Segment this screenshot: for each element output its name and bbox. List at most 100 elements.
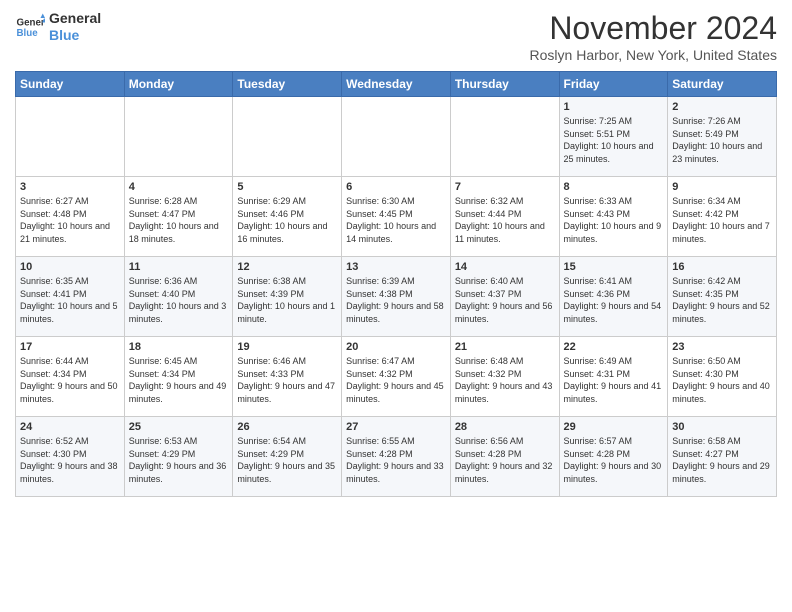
day-cell: 26 Sunrise: 6:54 AMSunset: 4:29 PMDayligh… <box>233 417 342 497</box>
logo-text: General Blue <box>49 10 101 44</box>
calendar-body: 1Sunrise: 7:25 AMSunset: 5:51 PMDaylight… <box>16 97 777 497</box>
day-cell: 14Sunrise: 6:40 AMSunset: 4:37 PMDayligh… <box>450 257 559 337</box>
day-cell: 3Sunrise: 6:27 AMSunset: 4:48 PMDaylight… <box>16 177 125 257</box>
logo: General Blue General Blue <box>15 10 101 44</box>
day-number: 30 <box>672 421 772 433</box>
day-number: 5 <box>237 181 337 193</box>
day-info: Sunrise: 6:35 AMSunset: 4:41 PMDaylight:… <box>20 275 120 325</box>
day-cell: 28 Sunrise: 6:56 AMSunset: 4:28 PMDayligh… <box>450 417 559 497</box>
day-number: 29 <box>564 421 664 433</box>
day-cell: 6Sunrise: 6:30 AMSunset: 4:45 PMDaylight… <box>342 177 451 257</box>
day-info: Sunrise: 6:49 AMSunset: 4:31 PMDaylight:… <box>564 355 664 405</box>
day-info: Sunrise: 6:52 AMSunset: 4:30 PMDaylight:… <box>20 435 120 485</box>
day-info: Sunrise: 6:32 AMSunset: 4:44 PMDaylight:… <box>455 195 555 245</box>
day-cell: 1Sunrise: 7:25 AMSunset: 5:51 PMDaylight… <box>559 97 668 177</box>
header-day-friday: Friday <box>559 72 668 97</box>
header-day-saturday: Saturday <box>668 72 777 97</box>
day-info: Sunrise: 6:46 AMSunset: 4:33 PMDaylight:… <box>237 355 337 405</box>
header-day-tuesday: Tuesday <box>233 72 342 97</box>
day-number: 17 <box>20 341 120 353</box>
day-cell: 16 Sunrise: 6:42 AMSunset: 4:35 PMDayligh… <box>668 257 777 337</box>
day-info: Sunrise: 6:39 AMSunset: 4:38 PMDaylight:… <box>346 275 446 325</box>
day-info: Sunrise: 6:45 AMSunset: 4:34 PMDaylight:… <box>129 355 229 405</box>
day-cell: 20Sunrise: 6:47 AMSunset: 4:32 PMDayligh… <box>342 337 451 417</box>
day-info: Sunrise: 7:26 AMSunset: 5:49 PMDaylight:… <box>672 115 772 165</box>
day-info: Sunrise: 6:55 AMSunset: 4:28 PMDaylight:… <box>346 435 446 485</box>
svg-text:General: General <box>17 17 46 28</box>
day-info: Sunrise: 7:25 AMSunset: 5:51 PMDaylight:… <box>564 115 664 165</box>
day-cell: 11Sunrise: 6:36 AMSunset: 4:40 PMDayligh… <box>124 257 233 337</box>
week-row-1: 1Sunrise: 7:25 AMSunset: 5:51 PMDaylight… <box>16 97 777 177</box>
day-cell: 23Sunrise: 6:50 AMSunset: 4:30 PMDayligh… <box>668 337 777 417</box>
day-info: Sunrise: 6:54 AMSunset: 4:29 PMDaylight:… <box>237 435 337 485</box>
day-cell: 18 Sunrise: 6:45 AMSunset: 4:34 PMDayligh… <box>124 337 233 417</box>
day-info: Sunrise: 6:42 AMSunset: 4:35 PMDaylight:… <box>672 275 772 325</box>
day-info: Sunrise: 6:30 AMSunset: 4:45 PMDaylight:… <box>346 195 446 245</box>
day-cell: 10 Sunrise: 6:35 AMSunset: 4:41 PMDayligh… <box>16 257 125 337</box>
day-number: 12 <box>237 261 337 273</box>
month-title: November 2024 <box>530 10 777 47</box>
day-cell: 19 Sunrise: 6:46 AMSunset: 4:33 PMDayligh… <box>233 337 342 417</box>
day-cell <box>124 97 233 177</box>
week-row-2: 3Sunrise: 6:27 AMSunset: 4:48 PMDaylight… <box>16 177 777 257</box>
day-cell: 17 Sunrise: 6:44 AMSunset: 4:34 PMDayligh… <box>16 337 125 417</box>
location: Roslyn Harbor, New York, United States <box>530 47 777 63</box>
day-info: Sunrise: 6:27 AMSunset: 4:48 PMDaylight:… <box>20 195 120 245</box>
day-cell <box>233 97 342 177</box>
day-info: Sunrise: 6:28 AMSunset: 4:47 PMDaylight:… <box>129 195 229 245</box>
day-cell: 25Sunrise: 6:53 AMSunset: 4:29 PMDayligh… <box>124 417 233 497</box>
day-number: 9 <box>672 181 772 193</box>
header-day-thursday: Thursday <box>450 72 559 97</box>
day-number: 22 <box>564 341 664 353</box>
day-cell: 21 Sunrise: 6:48 AMSunset: 4:32 PMDayligh… <box>450 337 559 417</box>
day-cell <box>16 97 125 177</box>
day-info: Sunrise: 6:36 AMSunset: 4:40 PMDaylight:… <box>129 275 229 325</box>
day-number: 20 <box>346 341 446 353</box>
day-number: 21 <box>455 341 555 353</box>
calendar-table: SundayMondayTuesdayWednesdayThursdayFrid… <box>15 71 777 497</box>
day-number: 28 <box>455 421 555 433</box>
header-day-sunday: Sunday <box>16 72 125 97</box>
day-cell: 29 Sunrise: 6:57 AMSunset: 4:28 PMDayligh… <box>559 417 668 497</box>
day-cell: 5 Sunrise: 6:29 AMSunset: 4:46 PMDaylight… <box>233 177 342 257</box>
day-number: 19 <box>237 341 337 353</box>
header-row: SundayMondayTuesdayWednesdayThursdayFrid… <box>16 72 777 97</box>
page-header: General Blue General Blue November 2024 … <box>15 10 777 63</box>
day-info: Sunrise: 6:48 AMSunset: 4:32 PMDaylight:… <box>455 355 555 405</box>
day-cell: 13 Sunrise: 6:39 AMSunset: 4:38 PMDayligh… <box>342 257 451 337</box>
day-number: 14 <box>455 261 555 273</box>
day-cell <box>450 97 559 177</box>
day-info: Sunrise: 6:57 AMSunset: 4:28 PMDaylight:… <box>564 435 664 485</box>
day-info: Sunrise: 6:58 AMSunset: 4:27 PMDaylight:… <box>672 435 772 485</box>
header-day-wednesday: Wednesday <box>342 72 451 97</box>
day-cell: 12 Sunrise: 6:38 AMSunset: 4:39 PMDayligh… <box>233 257 342 337</box>
day-number: 27 <box>346 421 446 433</box>
day-info: Sunrise: 6:44 AMSunset: 4:34 PMDaylight:… <box>20 355 120 405</box>
day-cell: 22 Sunrise: 6:49 AMSunset: 4:31 PMDayligh… <box>559 337 668 417</box>
day-number: 10 <box>20 261 120 273</box>
day-number: 26 <box>237 421 337 433</box>
day-info: Sunrise: 6:38 AMSunset: 4:39 PMDaylight:… <box>237 275 337 325</box>
day-number: 2 <box>672 101 772 113</box>
svg-text:Blue: Blue <box>17 28 39 39</box>
day-number: 7 <box>455 181 555 193</box>
day-info: Sunrise: 6:56 AMSunset: 4:28 PMDaylight:… <box>455 435 555 485</box>
day-cell: 9 Sunrise: 6:34 AMSunset: 4:42 PMDaylight… <box>668 177 777 257</box>
day-cell: 15Sunrise: 6:41 AMSunset: 4:36 PMDayligh… <box>559 257 668 337</box>
header-day-monday: Monday <box>124 72 233 97</box>
logo-icon: General Blue <box>15 12 45 42</box>
day-cell: 27 Sunrise: 6:55 AMSunset: 4:28 PMDayligh… <box>342 417 451 497</box>
day-number: 15 <box>564 261 664 273</box>
day-info: Sunrise: 6:29 AMSunset: 4:46 PMDaylight:… <box>237 195 337 245</box>
day-number: 13 <box>346 261 446 273</box>
day-cell: 30 Sunrise: 6:58 AMSunset: 4:27 PMDayligh… <box>668 417 777 497</box>
day-info: Sunrise: 6:34 AMSunset: 4:42 PMDaylight:… <box>672 195 772 245</box>
day-number: 18 <box>129 341 229 353</box>
week-row-3: 10 Sunrise: 6:35 AMSunset: 4:41 PMDayligh… <box>16 257 777 337</box>
day-info: Sunrise: 6:50 AMSunset: 4:30 PMDaylight:… <box>672 355 772 405</box>
day-cell: 2 Sunrise: 7:26 AMSunset: 5:49 PMDaylight… <box>668 97 777 177</box>
day-cell: 4Sunrise: 6:28 AMSunset: 4:47 PMDaylight… <box>124 177 233 257</box>
day-number: 25 <box>129 421 229 433</box>
day-number: 16 <box>672 261 772 273</box>
calendar-header: SundayMondayTuesdayWednesdayThursdayFrid… <box>16 72 777 97</box>
